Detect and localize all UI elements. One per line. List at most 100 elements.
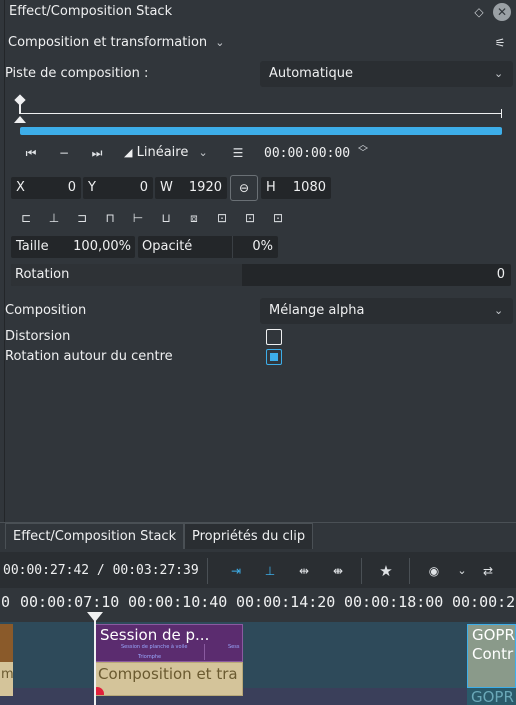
x-field[interactable]: X 0: [11, 177, 81, 199]
insert-clip-icon[interactable]: ⇥: [226, 561, 246, 581]
tab-clip-properties[interactable]: Propriétés du clip: [184, 523, 314, 549]
composition-track-label: Piste de composition :: [5, 66, 149, 81]
composition-track-select[interactable]: Automatique ⌄: [260, 61, 513, 87]
toolbar-separator: [207, 558, 208, 584]
h-label: H: [266, 180, 276, 195]
float-icon[interactable]: ◇: [470, 3, 488, 21]
clip-left-video[interactable]: [0, 624, 13, 662]
rotation-label: Rotation: [15, 267, 70, 282]
preview-render-icon[interactable]: ◉: [424, 561, 444, 581]
distorsion-checkbox[interactable]: [266, 329, 282, 345]
x-value: 0: [67, 180, 76, 195]
extract-icon[interactable]: ⇼: [328, 561, 348, 581]
h-value: 1080: [292, 180, 326, 195]
align-top-icon[interactable]: ⊓: [100, 208, 120, 228]
playhead-marker[interactable]: [14, 116, 26, 123]
composition-clip-title: Composition et tra: [98, 665, 238, 683]
y-label: Y: [88, 180, 96, 195]
ruler-label: 00:00:14:20: [236, 593, 336, 611]
lift-icon[interactable]: ⇹: [294, 561, 314, 581]
interpolation-icon: ◢: [124, 146, 133, 159]
previous-keyframe-icon[interactable]: ⏮: [19, 143, 43, 163]
next-keyframe-icon[interactable]: ⏭: [85, 143, 109, 163]
clip-title: Session de p...: [100, 626, 210, 644]
clip-thumbnail-text: Session de planche à voile: [121, 644, 188, 650]
opacity-field[interactable]: Opacité 0%: [138, 236, 278, 258]
rotation-value: 0: [496, 267, 505, 282]
ruler-end-tick: [501, 109, 502, 118]
keyframe-range-bar: [20, 127, 502, 135]
ruler-label: 00:00:07:10: [20, 593, 120, 611]
playhead-line[interactable]: [94, 620, 96, 705]
overwrite-clip-icon[interactable]: ⊥: [260, 561, 280, 581]
clip-thumbnail-text: Sess: [228, 644, 240, 650]
keyframe-stem: [19, 104, 21, 114]
size-value: 100,00%: [73, 239, 131, 254]
chevron-down-icon: ⌄: [494, 67, 504, 80]
composition-value: Mélange alpha: [269, 303, 365, 318]
w-label: W: [160, 180, 173, 195]
keyframe-ruler[interactable]: [20, 113, 502, 114]
interpolation-select[interactable]: ◢ Linéaire ⌄: [124, 145, 208, 160]
rotation-slider[interactable]: Rotation 0: [11, 264, 511, 286]
x-label: X: [16, 180, 25, 195]
fit-width-icon[interactable]: ⊡: [212, 208, 232, 228]
composition-label: Composition: [5, 303, 87, 318]
close-icon[interactable]: ✕: [493, 3, 511, 21]
effect-settings-icon[interactable]: ⚟: [490, 33, 510, 53]
chevron-down-icon[interactable]: ⌄: [452, 561, 472, 581]
h-field[interactable]: H 1080: [261, 177, 331, 199]
lock-ratio-icon[interactable]: ⊖: [230, 175, 258, 201]
audio-track-strip: [0, 688, 516, 705]
keyframe-timecode[interactable]: 00:00:00:00: [264, 146, 350, 161]
clip-right-subtitle: Contr: [472, 645, 514, 663]
fit-height-icon[interactable]: ⊡: [240, 208, 260, 228]
align-right-icon[interactable]: ⊐: [72, 208, 92, 228]
favorite-star-icon[interactable]: ★: [376, 561, 396, 581]
option-label-distorsion: Distorsion: [5, 329, 71, 344]
clip-right-audio[interactable]: GOPR: [467, 688, 516, 705]
clip-composition[interactable]: Composition et tra: [95, 662, 243, 696]
effect-header[interactable]: Composition et transformation ⌄: [8, 35, 225, 50]
size-label: Taille: [16, 239, 49, 254]
composition-select[interactable]: Mélange alpha ⌄: [260, 298, 513, 324]
align-bottom-icon[interactable]: ⊔: [156, 208, 176, 228]
opacity-label: Opacité: [142, 239, 193, 254]
keyframe-dot: [96, 687, 104, 695]
interpolation-value: Linéaire: [136, 145, 189, 160]
fit-frame-icon[interactable]: ⧈: [184, 208, 204, 228]
chevron-down-icon: ⌄: [494, 304, 504, 317]
option-label-rotation-center: Rotation autour du centre: [5, 349, 173, 364]
chevron-down-icon: ⌄: [215, 36, 225, 49]
clip-thumbnail-text: Triomphe: [138, 654, 162, 660]
opacity-value: 0%: [252, 239, 273, 254]
ruler-label: 00:00:18:00: [344, 593, 444, 611]
y-value: 0: [139, 180, 148, 195]
tab-effect-stack[interactable]: Effect/Composition Stack: [5, 523, 185, 549]
clip-thumbnail-divider: [204, 644, 205, 660]
timecode-spinner-icon[interactable]: ︿ ﹀: [358, 141, 368, 159]
effect-name: Composition et transformation: [8, 35, 208, 50]
keyframe-menu-icon[interactable]: ☰: [228, 143, 248, 163]
toolbar-separator: [361, 558, 362, 584]
composition-track-value: Automatique: [269, 66, 354, 81]
ruler-label: 00:00:10:40: [128, 593, 228, 611]
w-field[interactable]: W 1920: [155, 177, 227, 199]
rotation-center-checkbox[interactable]: [266, 349, 282, 365]
clip-left-composition[interactable]: m: [0, 662, 14, 696]
clip-video[interactable]: Session de p... Session de planche à voi…: [95, 624, 243, 662]
original-size-icon[interactable]: ⊡: [268, 208, 288, 228]
clip-right-audio-title: GOPR: [471, 688, 514, 705]
clip-right-title: GOPR: [472, 626, 515, 644]
align-vcenter-icon[interactable]: ⊢: [128, 208, 148, 228]
chevron-down-icon: ⌄: [198, 146, 208, 159]
align-left-icon[interactable]: ⊏: [16, 208, 36, 228]
remove-keyframe-icon[interactable]: −: [54, 143, 74, 163]
ruler-label: 0: [1, 593, 11, 611]
align-hcenter-icon[interactable]: ⊥: [44, 208, 64, 228]
timeline-settings-icon[interactable]: ⇄: [478, 561, 498, 581]
size-field[interactable]: Taille 100,00%: [11, 236, 135, 258]
clip-right-video[interactable]: GOPR Contr: [467, 624, 516, 688]
y-field[interactable]: Y 0: [83, 177, 153, 199]
opacity-divider: [232, 236, 233, 258]
